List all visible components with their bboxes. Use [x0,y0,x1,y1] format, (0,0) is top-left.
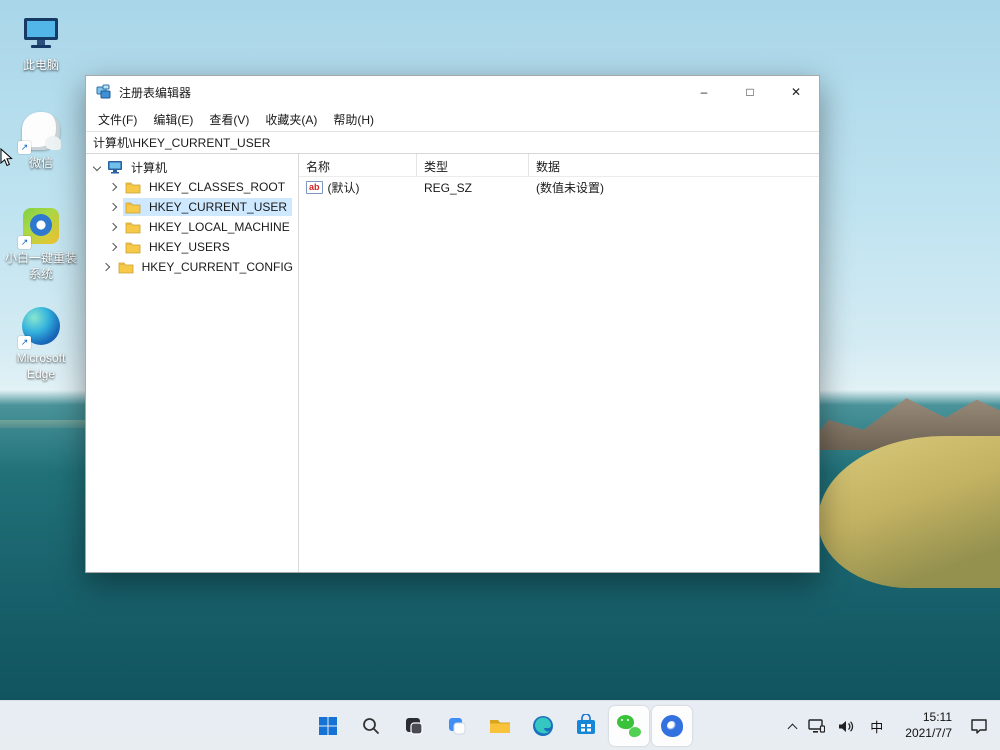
column-header-name[interactable]: 名称 [299,154,417,176]
clock[interactable]: 15:11 2021/7/7 [895,706,962,746]
registry-editor-window: 注册表编辑器 – □ ✕ 文件(F) 编辑(E) 查看(V) 收藏夹(A) 帮助… [85,75,820,573]
tree-item-hkey-current-user[interactable]: HKEY_CURRENT_USER [86,197,298,217]
list-header: 名称 类型 数据 [299,154,819,177]
edge-icon: ↗ [18,305,62,349]
wecom-icon [661,715,683,737]
windows-logo-icon [319,717,337,735]
tree-item-hkey-local-machine[interactable]: HKEY_LOCAL_MACHINE [86,217,298,237]
network-icon [808,718,826,733]
folder-icon [125,222,141,234]
close-button[interactable]: ✕ [773,76,819,108]
chevron-right-icon[interactable] [108,222,118,232]
tray-time: 15:11 [922,710,952,725]
string-value-icon: ab [306,181,323,194]
desktop-icon-label: 微信 [28,156,53,170]
desktop-icon-label: 小白一键重装系统 [5,251,78,281]
menu-favorites[interactable]: 收藏夹(A) [257,108,325,131]
folder-icon [125,202,141,214]
registry-app-icon [96,84,111,99]
folder-icon [118,262,134,274]
wechat-icon [617,715,641,737]
menu-edit[interactable]: 编辑(E) [145,108,201,131]
this-pc-icon [20,12,62,54]
value-data: (数值未设置) [536,181,604,195]
desktop: 此电脑 ↗ 微信 ↗ 小白一键重装系统 ↗ Microsoft Edge 注册表… [0,0,1000,750]
menu-file[interactable]: 文件(F) [90,108,145,131]
chevron-down-icon[interactable] [92,162,102,172]
chevron-right-icon[interactable] [108,242,118,252]
column-header-data[interactable]: 数据 [529,154,819,176]
address-bar[interactable]: 计算机\HKEY_CURRENT_USER [86,131,819,154]
shortcut-arrow-icon: ↗ [18,141,31,154]
widgets-icon [449,718,466,735]
menu-view[interactable]: 查看(V) [201,108,257,131]
tree-item-hkey-classes-root[interactable]: HKEY_CLASSES_ROOT [86,177,298,197]
chevron-right-icon[interactable] [108,182,118,192]
value-type: REG_SZ [424,180,473,195]
value-row-default[interactable]: ab (默认) REG_SZ (数值未设置) [299,177,819,198]
desktop-icon-label: 此电脑 [22,58,59,72]
desktop-icon-label: Microsoft Edge [16,351,66,381]
shortcut-arrow-icon: ↗ [18,236,31,249]
mouse-cursor [0,147,13,172]
desktop-icon-this-pc[interactable]: 此电脑 [5,12,77,74]
xiaobai-reinstall-icon: ↗ [18,205,62,249]
window-title: 注册表编辑器 [119,85,192,100]
desktop-icon-xiaobai[interactable]: ↗ 小白一键重装系统 [5,205,77,282]
search-icon [363,718,379,734]
titlebar[interactable]: 注册表编辑器 – □ ✕ [86,76,819,108]
desktop-icon-wechat[interactable]: ↗ 微信 [5,110,77,172]
start-button[interactable] [308,706,348,746]
wecom-taskbar-button[interactable] [652,706,692,746]
file-explorer-button[interactable] [480,706,520,746]
menu-help[interactable]: 帮助(H) [325,108,382,131]
tree-root-label[interactable]: 计算机 [128,158,170,177]
value-name: (默认) [327,181,360,195]
chevron-right-icon[interactable] [101,262,110,272]
volume-button[interactable] [833,706,858,746]
column-header-type[interactable]: 类型 [417,154,529,176]
folder-icon [125,242,141,254]
widgets-button[interactable] [437,706,477,746]
registry-tree: 计算机 HKEY_CLASSES_ROOT HKEY_CURRENT_USER … [86,154,299,572]
shortcut-arrow-icon: ↗ [18,336,31,349]
chevron-right-icon[interactable] [108,202,118,212]
file-explorer-icon [490,720,510,733]
desktop-icon-edge[interactable]: ↗ Microsoft Edge [5,305,77,382]
task-view-button[interactable] [394,706,434,746]
tray-chevron-button[interactable] [785,706,800,746]
window-content: 计算机 HKEY_CLASSES_ROOT HKEY_CURRENT_USER … [86,154,819,572]
notification-icon [971,719,987,734]
wechat-taskbar-button[interactable] [609,706,649,746]
menu-bar: 文件(F) 编辑(E) 查看(V) 收藏夹(A) 帮助(H) [86,108,819,131]
tree-item-hkey-current-config[interactable]: HKEY_CURRENT_CONFIG [86,257,298,277]
speaker-icon [839,720,854,732]
taskbar: 中 15:11 2021/7/7 [0,700,1000,750]
tray-date: 2021/7/7 [905,726,952,740]
value-list: 名称 类型 数据 ab (默认) REG_SZ (数值未设置) [299,154,819,572]
tree-root-computer[interactable]: 计算机 [86,157,298,177]
tree-item-hkey-users[interactable]: HKEY_USERS [86,237,298,257]
computer-icon [108,161,122,174]
task-view-icon [406,718,423,735]
microsoft-store-icon [577,714,595,734]
wechat-bubble-icon: ↗ [18,110,62,154]
microsoft-store-button[interactable] [566,706,606,746]
minimize-button[interactable]: – [681,76,727,108]
maximize-button[interactable]: □ [727,76,773,108]
folder-icon [125,182,141,194]
edge-button[interactable] [523,706,563,746]
chevron-up-icon [787,723,798,733]
edge-icon [533,716,553,736]
ime-indicator[interactable]: 中 [862,706,891,746]
search-button[interactable] [351,706,391,746]
network-button[interactable] [804,706,829,746]
notification-center-button[interactable] [966,706,992,746]
